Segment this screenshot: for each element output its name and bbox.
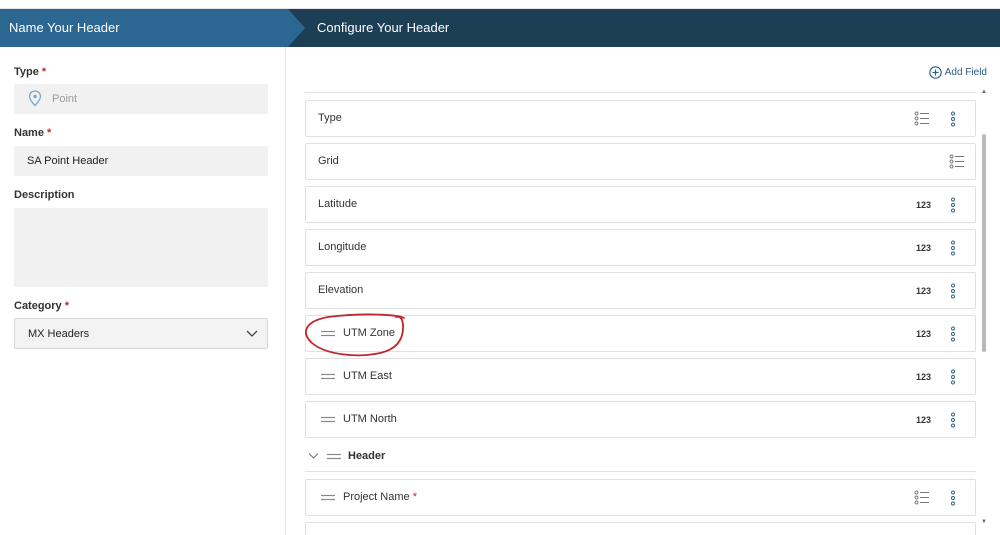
field-label: Project Name * <box>343 491 417 503</box>
configure-fields-panel: Add Field Type Grid Latitude 123 Longitu… <box>287 47 1000 535</box>
field-row-utm-north[interactable]: UTM North 123 <box>305 401 976 438</box>
field-label: Type <box>318 112 342 124</box>
category-value: MX Headers <box>28 328 90 340</box>
numeric-type-badge: 123 <box>915 286 931 296</box>
name-input[interactable]: SA Point Header <box>14 146 268 176</box>
fields-scrollbar[interactable]: ▲ ▼ <box>979 82 989 532</box>
field-row-grid[interactable]: Grid <box>305 143 976 180</box>
name-value: SA Point Header <box>27 155 109 167</box>
field-label: Latitude <box>318 198 358 210</box>
wizard-header: Name Your Header Configure Your Header <box>0 9 1000 47</box>
chevron-down-icon <box>246 330 258 337</box>
field-label: Elevation <box>318 284 364 296</box>
step2-label[interactable]: Configure Your Header <box>317 20 449 35</box>
field-row-latitude[interactable]: Latitude 123 <box>305 186 976 223</box>
numeric-type-badge: 123 <box>915 200 931 210</box>
field-row-project-name[interactable]: Project Name * <box>305 479 976 516</box>
add-field-label: Add Field <box>944 67 987 78</box>
step-name-your-header[interactable]: Name Your Header <box>0 9 305 47</box>
scrollbar-thumb[interactable] <box>982 134 986 352</box>
add-field-button[interactable]: Add Field <box>929 66 987 79</box>
field-label: UTM Zone <box>343 327 395 339</box>
field-label: Grid <box>318 155 339 167</box>
drag-handle-icon[interactable] <box>321 330 335 337</box>
add-circle-icon <box>929 66 942 79</box>
field-label: Longitude <box>318 241 367 253</box>
chevron-down-icon[interactable] <box>308 452 319 460</box>
field-row-partial <box>305 522 976 535</box>
field-row-type[interactable]: Type <box>305 100 976 137</box>
more-vertical-icon[interactable] <box>950 240 956 256</box>
header-details-panel: Type * Point Name * SA Point Header Desc… <box>0 47 286 535</box>
type-value: Point <box>52 93 78 105</box>
field-group-header[interactable]: Header <box>305 444 976 472</box>
more-vertical-icon[interactable] <box>950 369 956 385</box>
category-select[interactable]: MX Headers <box>14 318 268 349</box>
name-label: Name * <box>14 127 52 139</box>
field-row-utm-east[interactable]: UTM East 123 <box>305 358 976 395</box>
type-label: Type * <box>14 66 47 78</box>
field-row-elevation[interactable]: Elevation 123 <box>305 272 976 309</box>
drag-handle-icon[interactable] <box>327 453 341 460</box>
group-label: Header <box>348 450 386 462</box>
field-label: UTM East <box>343 370 392 382</box>
scroll-up-arrow-icon[interactable]: ▲ <box>981 89 987 95</box>
numeric-type-badge: 123 <box>915 243 931 253</box>
scroll-down-arrow-icon[interactable]: ▼ <box>981 519 987 525</box>
description-textarea[interactable] <box>14 208 268 287</box>
numeric-type-badge: 123 <box>915 415 931 425</box>
more-vertical-icon[interactable] <box>950 111 956 127</box>
type-field: Point <box>14 84 268 114</box>
numeric-type-badge: 123 <box>915 329 931 339</box>
top-strip <box>0 0 1000 9</box>
field-row-utm-zone[interactable]: UTM Zone 123 <box>305 315 976 352</box>
more-vertical-icon[interactable] <box>950 490 956 506</box>
drag-handle-icon[interactable] <box>321 373 335 380</box>
more-vertical-icon[interactable] <box>950 326 956 342</box>
drag-handle-icon[interactable] <box>321 494 335 501</box>
step1-label: Name Your Header <box>9 20 120 35</box>
list-icon[interactable] <box>949 154 965 169</box>
description-label: Description <box>14 189 75 201</box>
field-label: UTM North <box>343 413 397 425</box>
drag-handle-icon[interactable] <box>321 416 335 423</box>
more-vertical-icon[interactable] <box>950 283 956 299</box>
category-label: Category * <box>14 300 70 312</box>
field-row-longitude[interactable]: Longitude 123 <box>305 229 976 266</box>
location-pin-icon <box>28 90 42 107</box>
more-vertical-icon[interactable] <box>950 412 956 428</box>
numeric-type-badge: 123 <box>915 372 931 382</box>
more-vertical-icon[interactable] <box>950 197 956 213</box>
divider <box>305 92 976 93</box>
list-icon[interactable] <box>914 111 930 126</box>
list-icon[interactable] <box>914 490 930 505</box>
